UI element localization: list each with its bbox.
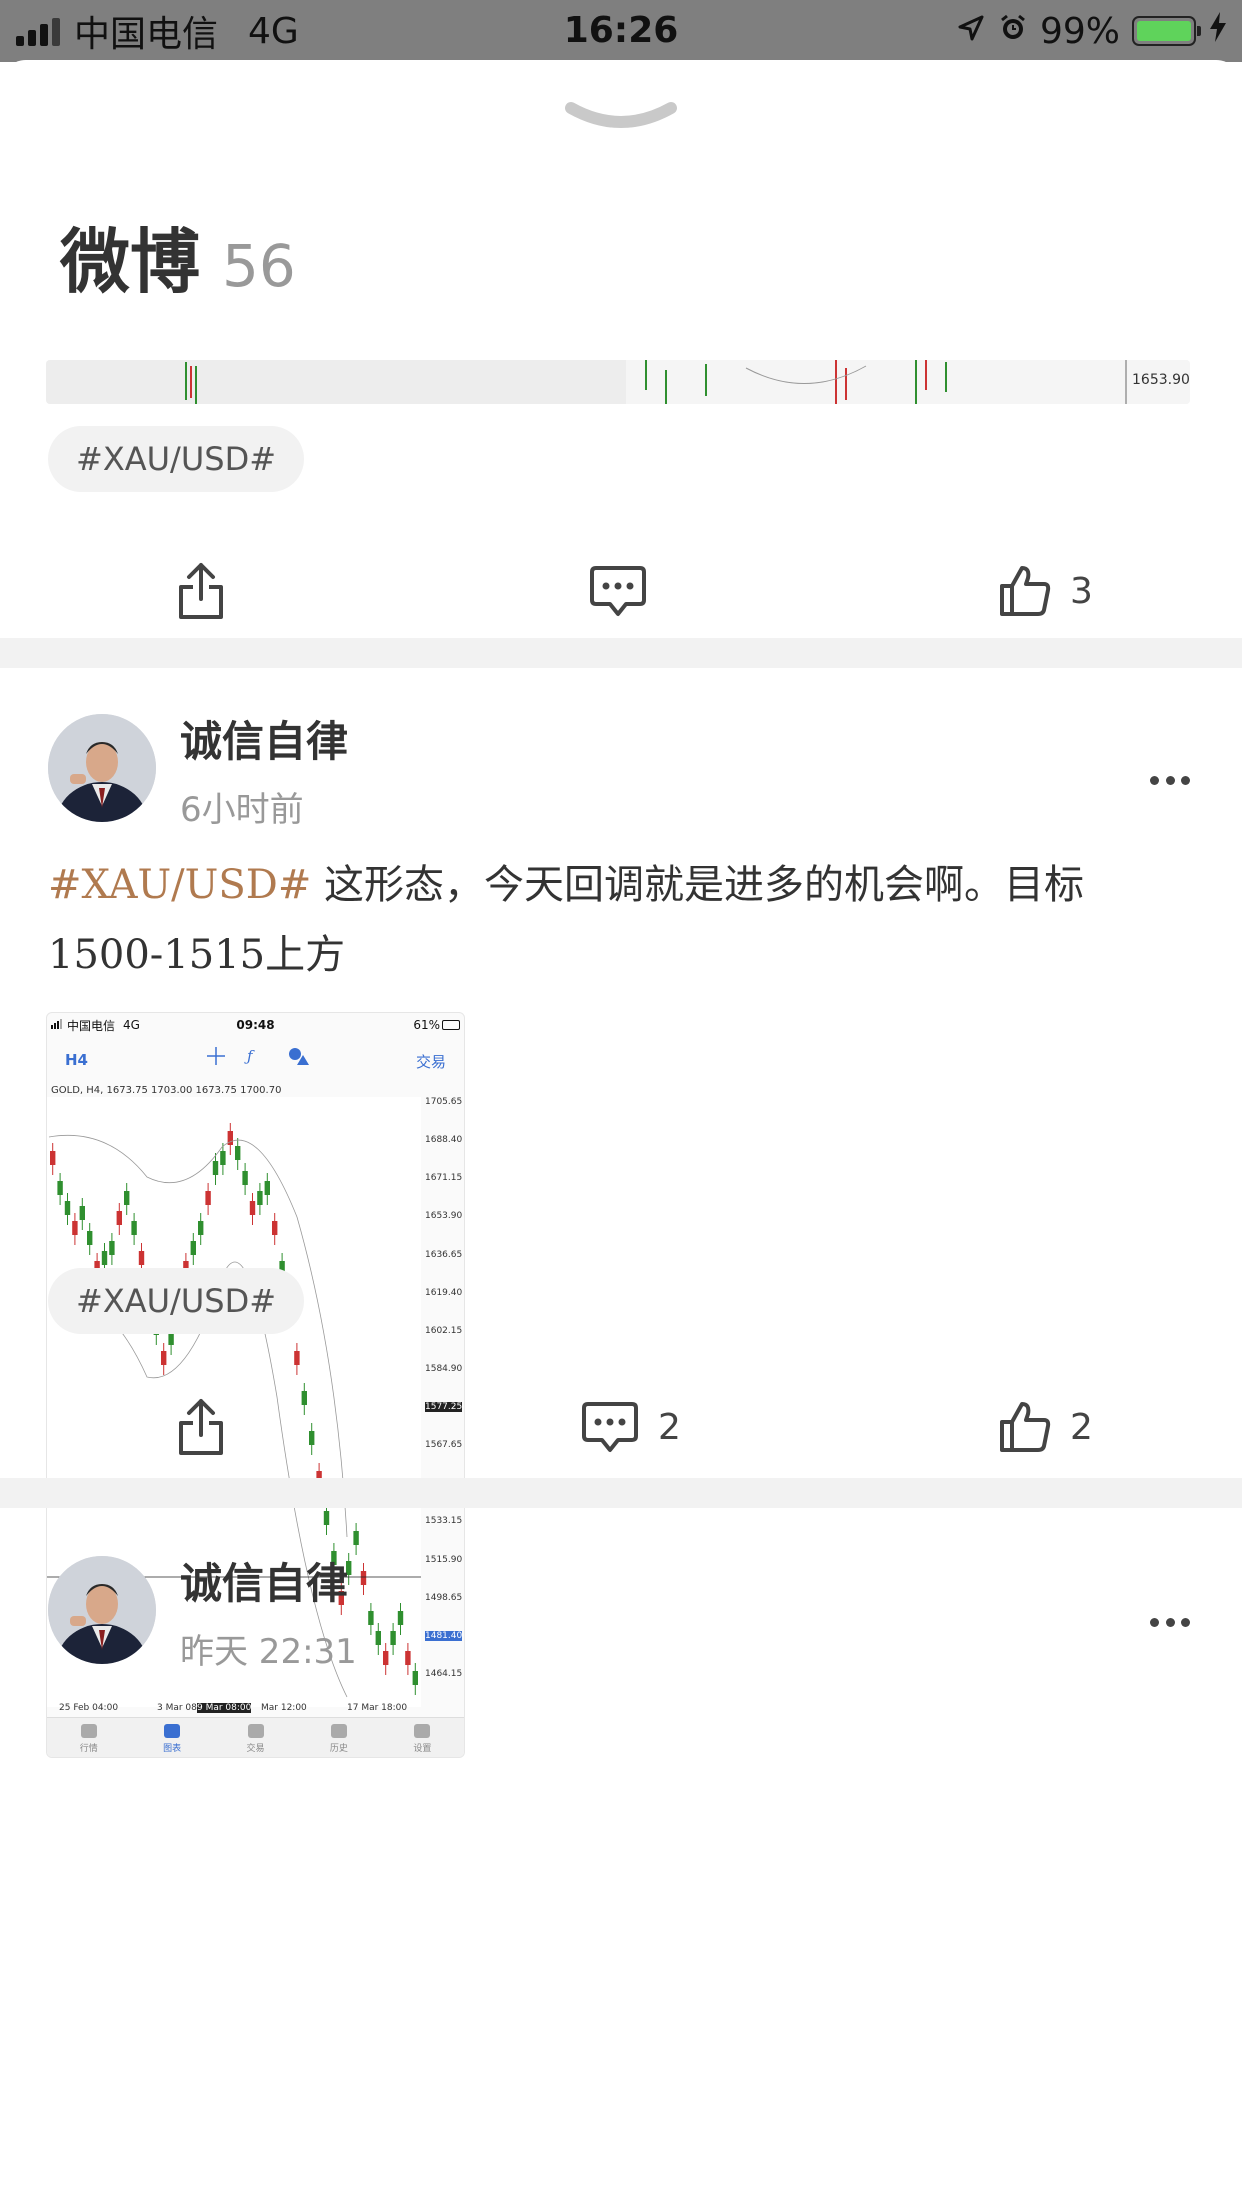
- share-icon: [179, 1399, 223, 1455]
- image-price-tick: 1705.65: [425, 1097, 463, 1107]
- previous-post-image-strip[interactable]: 1653.90: [46, 360, 1190, 404]
- image-time-tick: 9 Mar 08:00: [197, 1703, 252, 1713]
- username[interactable]: 诚信自律: [180, 1550, 348, 1611]
- image-price-tick: 1636.65: [425, 1249, 463, 1260]
- battery-icon: [1132, 16, 1201, 46]
- function-icon: ƒ: [247, 1047, 253, 1065]
- more-options-icon[interactable]: [1150, 1618, 1190, 1630]
- image-time-tick: 25 Feb 04:00: [59, 1703, 119, 1713]
- sheet: 微博 56 1653.90 #XAU/USD# 3 诚信自律 6小时前 #XAU…: [0, 60, 1242, 2208]
- image-price-tick: 1515.90: [425, 1554, 463, 1565]
- like-button[interactable]: 3: [998, 546, 1093, 636]
- image-price-tick: 1602.15: [425, 1325, 463, 1336]
- more-options-icon[interactable]: [1150, 776, 1190, 788]
- post-count: 56: [222, 232, 296, 300]
- image-price-tick: 1533.15: [425, 1516, 463, 1527]
- image-tab: 图表: [130, 1718, 213, 1757]
- image-price-tick: 1498.65: [425, 1592, 463, 1603]
- image-tab-label: 设置: [413, 1744, 432, 1754]
- image-tab-icon: [80, 1724, 97, 1738]
- share-icon: [179, 563, 223, 619]
- strip-price-label: 1653.90: [1132, 372, 1190, 388]
- image-battery: 61%: [413, 1018, 440, 1032]
- comment-icon: [582, 1402, 638, 1452]
- post-divider: [0, 638, 1242, 668]
- image-time-tick: Mar 12:00: [261, 1703, 307, 1713]
- image-price-tick: 1671.15: [425, 1173, 463, 1184]
- previous-post-actions: 3: [0, 546, 1242, 636]
- image-price-tick: 1464.15: [425, 1668, 463, 1679]
- image-tab: 行情: [47, 1718, 130, 1757]
- image-price-tick: 1481.40: [425, 1630, 463, 1641]
- share-button[interactable]: [176, 546, 226, 636]
- collapse-chevron-icon[interactable]: [563, 96, 679, 136]
- image-price-tick: 1619.40: [425, 1287, 463, 1298]
- image-time-tick: 17 Mar 18:00: [347, 1703, 408, 1713]
- like-count: 3: [1070, 570, 1093, 612]
- image-tab-icon: [330, 1724, 347, 1738]
- like-icon: [1000, 1402, 1051, 1452]
- image-time: 09:48: [236, 1018, 275, 1032]
- like-icon: [1000, 566, 1051, 616]
- image-trade-label: 交易: [415, 1053, 446, 1071]
- avatar[interactable]: [48, 1556, 156, 1664]
- username[interactable]: 诚信自律: [180, 708, 348, 769]
- title-label: 微博: [60, 221, 200, 303]
- image-tab-icon: [414, 1724, 431, 1738]
- image-tab-label: 交易: [246, 1744, 265, 1754]
- crosshair-icon: [205, 1045, 227, 1071]
- image-tab-label: 历史: [329, 1744, 348, 1754]
- image-tab-icon: [164, 1724, 181, 1738]
- like-button[interactable]: 2: [998, 1382, 1093, 1472]
- image-tab: 交易: [214, 1718, 297, 1757]
- hashtag-chip[interactable]: #XAU/USD#: [48, 1268, 305, 1334]
- post-time: 昨天 22:31: [180, 1632, 357, 1672]
- location-icon: [956, 11, 986, 52]
- hashtag-chip[interactable]: #XAU/USD#: [48, 426, 305, 492]
- post-actions: 2 2: [0, 1382, 1242, 1472]
- avatar[interactable]: [48, 714, 156, 822]
- image-tab-label: 行情: [79, 1744, 98, 1754]
- image-tab-icon: [247, 1724, 264, 1738]
- alarm-icon: [998, 11, 1028, 52]
- image-toolbar: H4 ƒ 交易: [47, 1037, 464, 1081]
- image-tab-label: 图表: [163, 1744, 182, 1754]
- comment-button[interactable]: [588, 546, 648, 636]
- comment-icon: [590, 566, 646, 616]
- image-timeframe: H4: [65, 1051, 88, 1069]
- image-chart-info: GOLD, H4, 1673.75 1703.00 1673.75 1700.7…: [51, 1085, 282, 1096]
- share-button[interactable]: [176, 1382, 226, 1472]
- image-status-bar: 中国电信 4G 09:48 61%: [47, 1013, 464, 1037]
- comment-count: 2: [658, 1406, 681, 1448]
- image-time-axis: 25 Feb 04:00 3 Mar 08:00 9 Mar 08:00 Mar 12…: [47, 1703, 464, 1717]
- post-divider: [0, 1478, 1242, 1508]
- post-time: 6小时前: [180, 790, 304, 830]
- status-bar: 中国电信 4G 16:26 99%: [0, 0, 1242, 62]
- objects-icon: [287, 1047, 309, 1069]
- image-price-tick: 1688.40: [425, 1135, 463, 1146]
- image-tab: 历史: [297, 1718, 380, 1757]
- page-title: 微博 56: [60, 206, 296, 307]
- image-tab: 设置: [381, 1718, 464, 1757]
- like-count: 2: [1070, 1406, 1093, 1448]
- image-price-tick: 1584.90: [425, 1363, 463, 1374]
- comment-button[interactable]: 2: [580, 1382, 681, 1472]
- image-price-tick: 1653.90: [425, 1211, 463, 1222]
- post-hashtag-link[interactable]: #XAU/USD#: [48, 862, 311, 908]
- battery-percent: 99%: [1039, 10, 1120, 52]
- post-text: #XAU/USD# 这形态，今天回调就是进多的机会啊。目标1500-1515上方: [48, 850, 1198, 990]
- image-battery-icon: [442, 1020, 460, 1030]
- image-tab-bar: 行情 图表 交易 历史 设置: [47, 1717, 464, 1757]
- charging-icon: [1208, 11, 1228, 52]
